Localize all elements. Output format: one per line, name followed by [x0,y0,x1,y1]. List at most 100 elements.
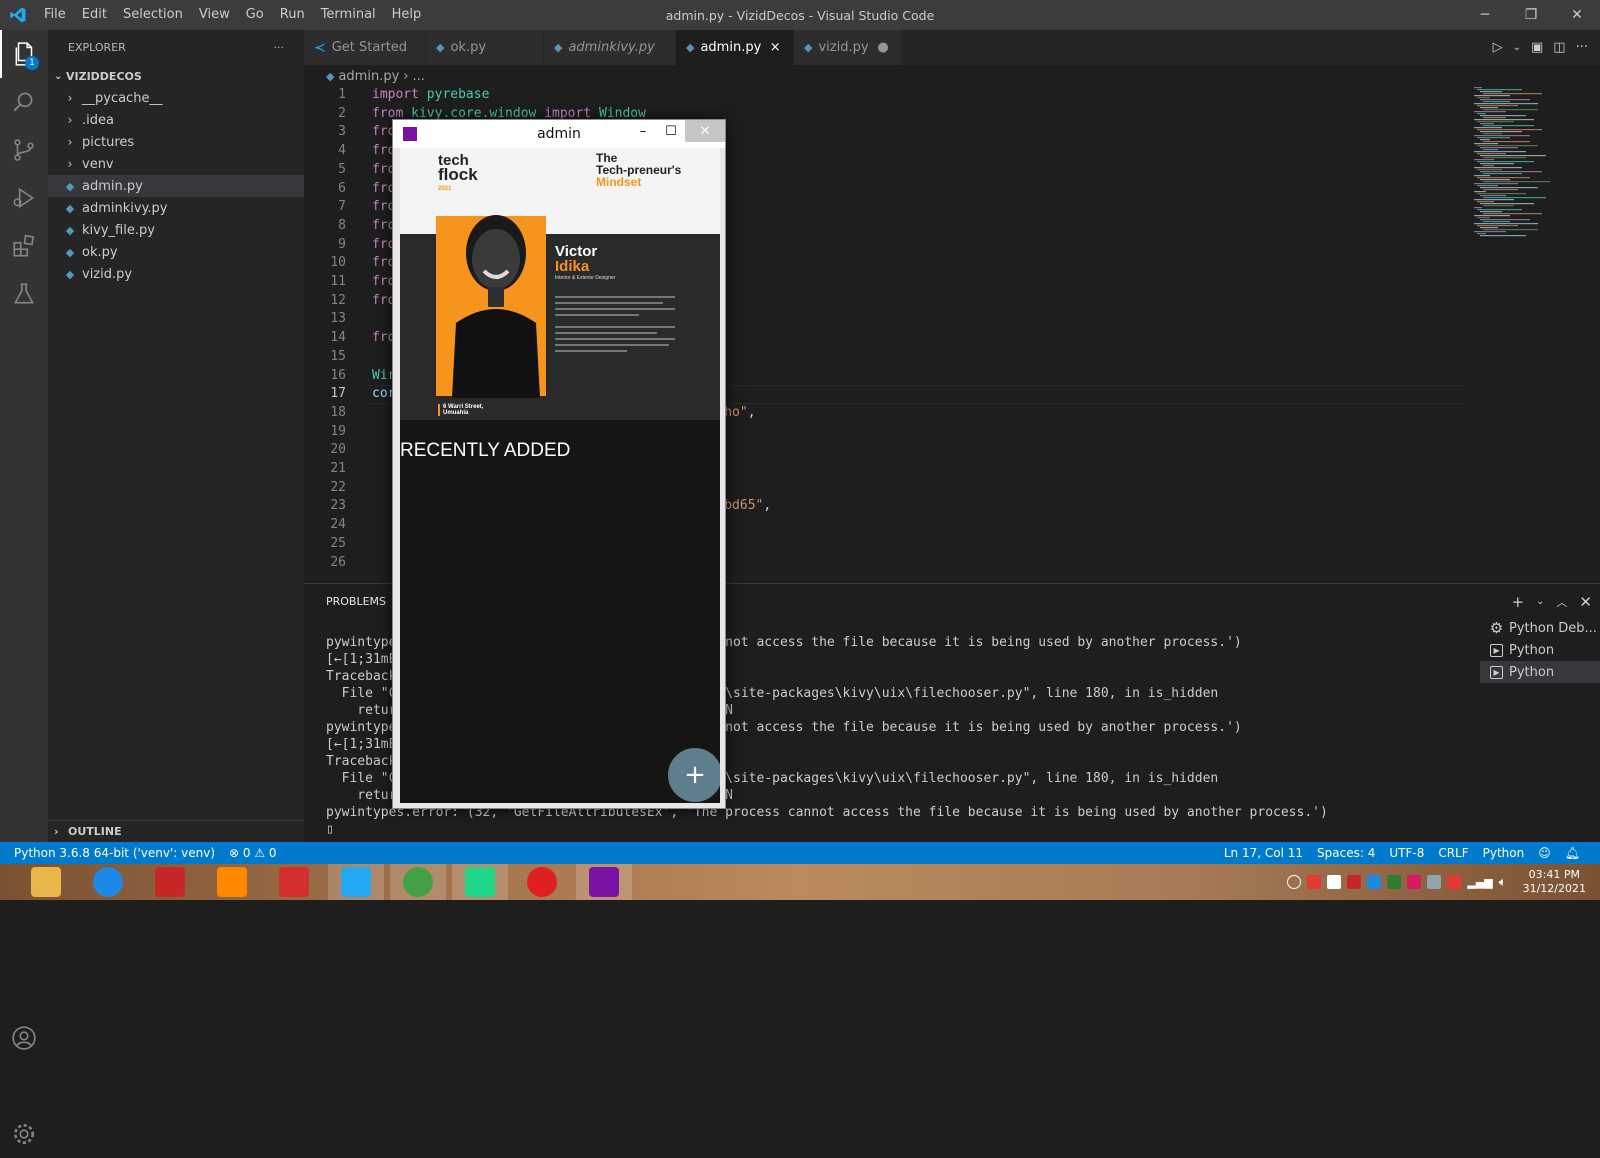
restore-button[interactable]: ❐ [1508,0,1554,30]
line-number: 2 [338,105,346,121]
minimap-line [1477,113,1486,115]
close-panel-icon[interactable]: ✕ [1579,593,1592,611]
folder-item[interactable]: › __pycache__ [48,87,304,109]
poster-logo: tech flock 2021 [438,152,478,192]
add-button[interactable]: + [668,748,720,802]
breadcrumb-file[interactable]: admin.py [338,69,399,84]
kivy-close-button[interactable]: ✕ [685,120,725,142]
tray-app-icon[interactable] [1367,875,1382,889]
outline-section[interactable]: › OUTLINE [48,820,304,842]
folder-item[interactable]: › venv [48,153,304,175]
open-preview-icon[interactable]: ▣ [1531,40,1543,55]
feedback-icon[interactable]: ☺ [1538,846,1551,860]
close-window-button[interactable]: ✕ [1554,0,1600,30]
minimize-button[interactable]: ─ [1462,0,1508,30]
tab-vizid-py[interactable]: ◆ vizid.py ● [794,30,902,65]
encoding-status[interactable]: UTF-8 [1389,846,1424,860]
taskbar-opera[interactable] [514,864,570,900]
folder-item[interactable]: › pictures [48,131,304,153]
chevron-down-icon[interactable]: ⌄ [1536,596,1544,607]
run-file-icon[interactable]: ▷ [1493,40,1503,55]
menu-file[interactable]: File [36,0,74,30]
line-number: 4 [338,143,346,159]
taskbar-downloader[interactable] [266,864,322,900]
tray-app-icon[interactable] [1427,875,1442,889]
file-item[interactable]: ◆ vizid.py [48,263,304,285]
breadcrumb-rest[interactable]: ... [412,69,424,84]
indentation-status[interactable]: Spaces: 4 [1317,846,1375,860]
tray-app-icon[interactable] [1407,875,1422,889]
minimap[interactable] [1470,87,1586,247]
taskbar-game-app[interactable] [142,864,198,900]
network-icon[interactable]: ▂▄▆ [1467,876,1492,889]
taskbar-pycharm[interactable] [452,864,508,900]
line-number: 22 [330,479,346,495]
menu-view[interactable]: View [191,0,238,30]
language-status[interactable]: Python [1483,846,1525,860]
testing-activity[interactable] [0,270,48,318]
minimap-line [1480,91,1502,93]
extensions-activity[interactable] [0,222,48,270]
menu-go[interactable]: Go [238,0,272,30]
tray-app-icon[interactable] [1287,875,1302,889]
tray-app-icon[interactable] [1447,875,1462,889]
file-item[interactable]: ◆ kivy_file.py [48,219,304,241]
terminal-instance[interactable]: ▸ Python [1480,661,1600,683]
taskbar-internet-explorer[interactable] [80,864,136,900]
run-debug-activity[interactable] [0,174,48,222]
tray-app-icon[interactable] [1387,875,1402,889]
menu-run[interactable]: Run [272,0,313,30]
tray-app-icon[interactable] [1347,875,1362,889]
kivy-minimize-button[interactable]: – [629,120,657,142]
accounts-activity[interactable] [0,1014,48,1062]
menu-help[interactable]: Help [384,0,430,30]
chevron-down-icon[interactable]: ⌄ [1513,42,1521,53]
taskbar-chrome[interactable] [390,864,446,900]
explorer-activity[interactable]: 1 [0,30,48,78]
explorer-more-button[interactable]: ··· [274,41,285,54]
notifications-icon[interactable]: 🔔︎ [1565,846,1580,860]
search-activity[interactable] [0,78,48,126]
terminal-instance[interactable]: ⚙ Python Deb... [1480,617,1600,639]
tab-adminkivy-py[interactable]: ◆ adminkivy.py [544,30,676,65]
more-actions-icon[interactable]: ··· [1576,40,1588,55]
menu-selection[interactable]: Selection [115,0,191,30]
new-terminal-icon[interactable]: + [1511,593,1524,611]
split-editor-icon[interactable]: ◫ [1553,40,1565,55]
eol-status[interactable]: CRLF [1438,846,1468,860]
problems-status[interactable]: ⊗ 0 ⚠ 0 [229,846,277,860]
maximize-panel-icon[interactable]: ︿ [1556,594,1567,610]
project-folder-header[interactable]: ⌄ VIZIDDECOS [48,65,304,87]
terminal-instance[interactable]: ▸ Python [1480,639,1600,661]
kivy-title-bar: admin – ☐ ✕ [393,120,725,148]
kivy-maximize-button[interactable]: ☐ [657,120,685,142]
file-tree-label: vizid.py [82,266,133,282]
cursor-position-status[interactable]: Ln 17, Col 11 [1224,846,1303,860]
tray-app-icon[interactable] [1327,875,1342,889]
tab-get-started[interactable]: ≺ Get Started [304,30,426,65]
clock[interactable]: 03:41 PM 31/12/2021 [1523,868,1586,896]
menu-edit[interactable]: Edit [74,0,115,30]
taskbar-vscode[interactable] [328,864,384,900]
python-interpreter-status[interactable]: Python 3.6.8 64-bit ('venv': venv) [14,846,215,860]
modified-dot-icon[interactable]: ● [875,40,891,55]
volume-icon[interactable]: 🔈︎ [1499,875,1507,890]
taskbar-file-explorer[interactable] [18,864,74,900]
chevron-right-icon: › [67,113,73,127]
tab-admin-py[interactable]: ◆ admin.py × [676,30,794,65]
tab-ok-py[interactable]: ◆ ok.py [426,30,544,65]
file-item[interactable]: ◆ adminkivy.py [48,197,304,219]
file-item[interactable]: ◆ admin.py [48,175,304,197]
python-file-icon: ◆ [65,201,75,215]
menu-terminal[interactable]: Terminal [313,0,384,30]
problems-tab[interactable]: PROBLEMS [326,595,386,608]
status-bar: Python 3.6.8 64-bit ('venv': venv) ⊗ 0 ⚠… [0,842,1600,864]
folder-item[interactable]: › .idea [48,109,304,131]
close-tab-icon[interactable]: × [767,40,783,55]
file-item[interactable]: ◆ ok.py [48,241,304,263]
manage-activity[interactable] [0,1110,48,1158]
source-control-activity[interactable] [0,126,48,174]
tray-app-icon[interactable] [1307,875,1322,889]
taskbar-vlc[interactable] [204,864,260,900]
taskbar-kivy-app[interactable] [576,864,632,900]
